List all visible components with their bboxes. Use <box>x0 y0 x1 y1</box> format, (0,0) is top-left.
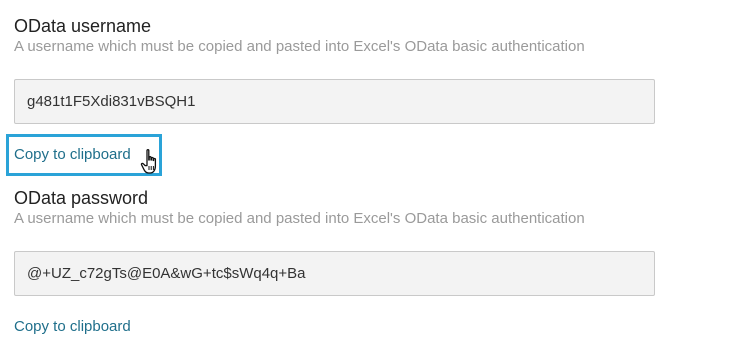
copy-username-button[interactable]: Copy to clipboard <box>14 146 131 164</box>
copy-password-button[interactable]: Copy to clipboard <box>14 318 131 336</box>
password-label: OData password <box>14 188 149 208</box>
username-help-text: A username which must be copied and past… <box>14 38 585 55</box>
password-field[interactable] <box>14 251 655 296</box>
password-help-text: A username which must be copied and past… <box>14 210 585 227</box>
username-field[interactable] <box>14 79 655 124</box>
hand-pointer-icon <box>140 149 157 174</box>
username-label: OData username <box>14 16 152 36</box>
